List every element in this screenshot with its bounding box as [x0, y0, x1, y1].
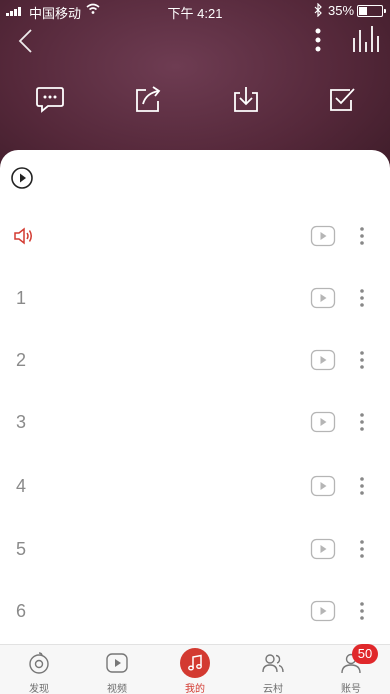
battery-level: [359, 7, 367, 15]
song-number: 2: [16, 350, 27, 370]
mv-play-icon[interactable]: [310, 410, 336, 434]
song-number: 6: [16, 601, 27, 621]
song-row[interactable]: 3: [0, 392, 390, 452]
tab-label: 账号: [341, 684, 361, 694]
song-row[interactable]: 4: [0, 456, 390, 516]
notification-badge: 50: [352, 644, 378, 664]
more-vertical-icon[interactable]: [308, 26, 328, 56]
more-dots-icon[interactable]: [352, 348, 372, 372]
song-number: 1: [16, 288, 27, 308]
more-dots-icon[interactable]: [352, 224, 372, 248]
download-icon[interactable]: [230, 84, 262, 114]
play-circle-icon[interactable]: [10, 166, 34, 190]
music-note-icon: [188, 654, 202, 671]
friends-icon: [262, 654, 284, 673]
song-number: 5: [16, 539, 27, 559]
comment-icon[interactable]: [34, 84, 66, 114]
back-icon[interactable]: [14, 28, 40, 54]
mv-play-icon[interactable]: [310, 474, 336, 498]
more-dots-icon[interactable]: [352, 410, 372, 434]
tab-video[interactable]: 视频: [78, 645, 156, 694]
tab-label: 发现: [29, 684, 49, 694]
mv-play-icon[interactable]: [310, 537, 336, 561]
more-dots-icon[interactable]: [352, 474, 372, 498]
mv-play-icon[interactable]: [310, 348, 336, 372]
battery-icon: [357, 5, 386, 17]
discover-icon: [29, 652, 49, 674]
mv-play-icon[interactable]: [310, 286, 336, 310]
song-list-panel: 1 2 3 4 5 6: [0, 150, 390, 644]
tab-discover[interactable]: 发现: [0, 645, 78, 694]
equalizer-icon[interactable]: [350, 24, 382, 56]
tab-account[interactable]: 账号: [312, 645, 390, 694]
song-number: 4: [16, 476, 27, 496]
more-dots-icon[interactable]: [352, 599, 372, 623]
tab-label: 我的: [185, 684, 205, 694]
song-row[interactable]: 5: [0, 519, 390, 579]
tab-label: 云村: [263, 684, 283, 694]
tab-bar: 发现 视频 我的 云村 账号: [0, 644, 390, 694]
song-row[interactable]: 2: [0, 330, 390, 390]
mv-play-icon[interactable]: [310, 224, 336, 248]
tab-mine[interactable]: 我的: [156, 645, 234, 694]
song-number: 3: [16, 412, 27, 432]
tab-label: 视频: [107, 684, 127, 694]
video-icon: [106, 653, 128, 673]
multi-select-icon[interactable]: [326, 84, 358, 114]
status-bar: 中国移动 下午 4:21 35%: [0, 0, 390, 22]
song-row[interactable]: 1: [0, 268, 390, 328]
speaker-icon: [14, 227, 32, 245]
song-row-playing[interactable]: [0, 206, 390, 266]
battery-percent: 35%: [328, 3, 355, 18]
share-icon[interactable]: [132, 84, 164, 114]
more-dots-icon[interactable]: [352, 286, 372, 310]
mv-play-icon[interactable]: [310, 599, 336, 623]
tab-community[interactable]: 云村: [234, 645, 312, 694]
bluetooth-icon: [314, 3, 322, 17]
song-row[interactable]: 6: [0, 581, 390, 641]
more-dots-icon[interactable]: [352, 537, 372, 561]
